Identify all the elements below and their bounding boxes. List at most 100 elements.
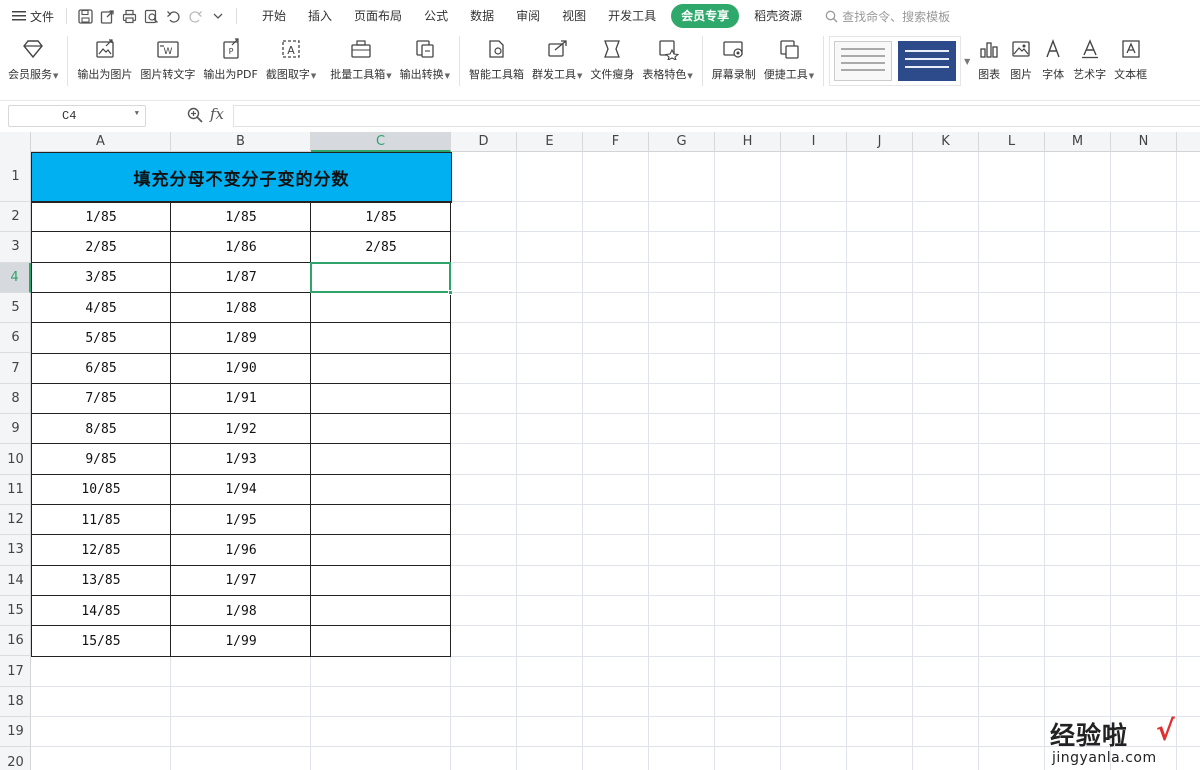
cell-c9[interactable]: [311, 414, 451, 444]
template-thumbnail[interactable]: [834, 41, 893, 81]
cell-b2[interactable]: 1/85: [171, 202, 311, 232]
cell-b8[interactable]: 1/91: [171, 384, 311, 414]
tab-docer-resources[interactable]: 稻壳资源: [743, 4, 813, 28]
cell-a14[interactable]: 13/85: [31, 566, 171, 596]
cell-c10[interactable]: [311, 444, 451, 474]
cell-b14[interactable]: 1/97: [171, 566, 311, 596]
screenshot-text-button[interactable]: A 截图取字▼: [262, 36, 320, 86]
zoom-icon[interactable]: [186, 106, 204, 124]
fill-handle[interactable]: [448, 289, 453, 295]
column-header-f[interactable]: F: [583, 132, 649, 152]
name-box[interactable]: C4 ▼: [8, 105, 146, 127]
chart-button[interactable]: 图表: [973, 36, 1005, 86]
cell-a2[interactable]: 1/85: [31, 202, 171, 232]
row-header-18[interactable]: 18: [0, 687, 31, 718]
row-header-10[interactable]: 10: [0, 444, 31, 475]
cell-b9[interactable]: 1/92: [171, 414, 311, 444]
export-pdf-button[interactable]: P 输出为PDF: [199, 36, 261, 86]
tab-insert[interactable]: 插入: [297, 4, 343, 28]
cell-c11[interactable]: [311, 475, 451, 505]
name-box-dropdown-icon[interactable]: ▼: [135, 110, 139, 118]
output-convert-button[interactable]: 输出转换▼: [396, 36, 454, 86]
cell-b16[interactable]: 1/99: [171, 626, 311, 656]
file-slim-button[interactable]: 文件瘦身: [586, 36, 638, 86]
batch-toolbox-button[interactable]: 批量工具箱▼: [320, 36, 395, 86]
cell-c14[interactable]: [311, 566, 451, 596]
row-header-17[interactable]: 17: [0, 657, 31, 687]
column-header-i[interactable]: I: [781, 132, 847, 152]
cell-c13[interactable]: [311, 535, 451, 565]
save-icon[interactable]: [77, 8, 94, 25]
row-header-8[interactable]: 8: [0, 384, 31, 415]
row-header-19[interactable]: 19: [0, 717, 31, 748]
row-header-20[interactable]: 20: [0, 747, 31, 770]
cell-b12[interactable]: 1/95: [171, 505, 311, 535]
cell-b3[interactable]: 1/86: [171, 232, 311, 262]
tab-home[interactable]: 开始: [251, 4, 297, 28]
redo-icon[interactable]: [187, 8, 204, 25]
row-header-13[interactable]: 13: [0, 535, 31, 566]
cell-a4[interactable]: 3/85: [31, 263, 171, 293]
cell-c7[interactable]: [311, 354, 451, 384]
tab-member[interactable]: 会员专享: [671, 4, 740, 28]
column-header-b[interactable]: B: [171, 132, 311, 152]
cell-a10[interactable]: 9/85: [31, 444, 171, 474]
cell-a15[interactable]: 14/85: [31, 596, 171, 626]
smart-toolbox-button[interactable]: 智能工具箱: [465, 36, 528, 86]
export-icon[interactable]: [99, 8, 116, 25]
tab-formulas[interactable]: 公式: [413, 4, 459, 28]
tab-page-layout[interactable]: 页面布局: [343, 4, 413, 28]
textbox-button[interactable]: 文本框: [1110, 36, 1151, 86]
cell-c3[interactable]: 2/85: [311, 232, 451, 262]
font-button[interactable]: 字体: [1037, 36, 1069, 86]
picture-button[interactable]: 图片: [1005, 36, 1037, 86]
row-header-2[interactable]: 2: [0, 202, 31, 233]
tab-data[interactable]: 数据: [459, 4, 505, 28]
command-search[interactable]: 查找命令、搜索模板: [825, 8, 950, 25]
cell-b6[interactable]: 1/89: [171, 323, 311, 353]
cell-a16[interactable]: 15/85: [31, 626, 171, 656]
mass-send-button[interactable]: 群发工具▼: [528, 36, 586, 86]
cell-c2[interactable]: 1/85: [311, 202, 451, 232]
row-header-14[interactable]: 14: [0, 566, 31, 596]
cell-a5[interactable]: 4/85: [31, 293, 171, 323]
row-header-15[interactable]: 15: [0, 596, 31, 627]
column-header-n[interactable]: N: [1111, 132, 1177, 152]
tab-review[interactable]: 审阅: [505, 4, 551, 28]
customize-toolbar-icon[interactable]: [209, 8, 226, 25]
column-header-k[interactable]: K: [913, 132, 979, 152]
gallery-expand-icon[interactable]: ▼: [961, 36, 973, 86]
cell-a13[interactable]: 12/85: [31, 535, 171, 565]
cell-a3[interactable]: 2/85: [31, 232, 171, 262]
column-header-a[interactable]: A: [31, 132, 171, 152]
image-to-text-button[interactable]: W 图片转文字: [136, 36, 199, 86]
tab-view[interactable]: 视图: [551, 4, 597, 28]
cell-b10[interactable]: 1/93: [171, 444, 311, 474]
cell-b13[interactable]: 1/96: [171, 535, 311, 565]
formula-input[interactable]: [233, 105, 1200, 127]
row-header-6[interactable]: 6: [0, 323, 31, 354]
insert-function-button[interactable]: fx: [210, 105, 224, 123]
column-header-g[interactable]: G: [649, 132, 715, 152]
cell-c15[interactable]: [311, 596, 451, 626]
column-header-l[interactable]: L: [979, 132, 1045, 152]
cell-a12[interactable]: 11/85: [31, 505, 171, 535]
cell-c6[interactable]: [311, 323, 451, 353]
cell-a6[interactable]: 5/85: [31, 323, 171, 353]
member-service-button[interactable]: 会员服务▼: [0, 36, 62, 86]
column-header-d[interactable]: D: [451, 132, 517, 152]
column-header-e[interactable]: E: [517, 132, 583, 152]
cell-a8[interactable]: 7/85: [31, 384, 171, 414]
column-header-j[interactable]: J: [847, 132, 913, 152]
export-image-button[interactable]: 输出为图片: [73, 36, 136, 86]
row-header-5[interactable]: 5: [0, 293, 31, 324]
column-header-h[interactable]: H: [715, 132, 781, 152]
convenient-tools-button[interactable]: 便捷工具▼: [760, 36, 818, 86]
cell-b5[interactable]: 1/88: [171, 293, 311, 323]
table-title-cell[interactable]: 填充分母不变分子变的分数: [31, 152, 452, 203]
table-feature-button[interactable]: 表格特色▼: [638, 36, 696, 86]
column-header-c[interactable]: C: [311, 132, 451, 152]
file-menu[interactable]: 文件: [0, 0, 60, 32]
cell-b7[interactable]: 1/90: [171, 354, 311, 384]
row-header-11[interactable]: 11: [0, 475, 31, 505]
